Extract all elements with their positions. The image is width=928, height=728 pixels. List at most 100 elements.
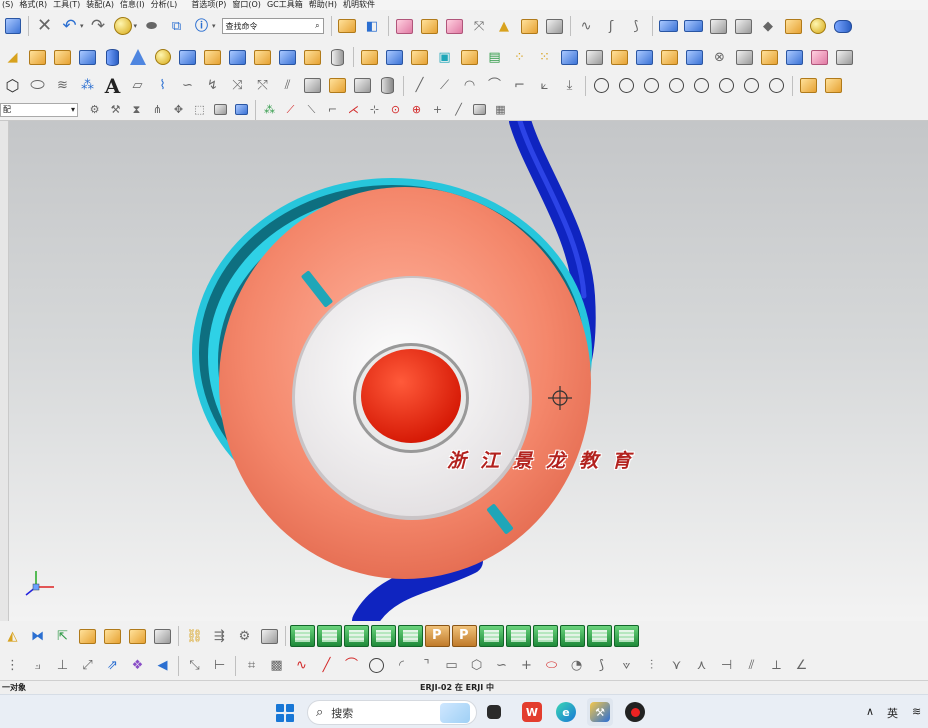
windows-start-icon[interactable] [276, 704, 294, 722]
curve-icon[interactable]: ∿ [576, 16, 597, 37]
select-all-icon[interactable]: ⚙ [86, 101, 103, 118]
circle-3pt-icon[interactable] [641, 75, 662, 96]
sketch-curve-icon[interactable]: ∽ [491, 655, 512, 676]
task-view-icon[interactable] [487, 705, 501, 719]
component-array-icon[interactable] [77, 626, 98, 647]
drawing-tool-4-icon[interactable] [371, 625, 396, 647]
intersection-point-icon[interactable]: ⋌ [345, 101, 362, 118]
end-point-icon[interactable]: ⟋ [282, 101, 299, 118]
extract-curve-icon[interactable] [302, 75, 323, 96]
delete-icon[interactable]: ✕ [34, 16, 55, 37]
sketch-offset-icon[interactable]: ⇗ [102, 655, 123, 676]
nx-app-icon[interactable]: ⚒ [590, 702, 610, 722]
menu-item-information[interactable]: 信息(I) [118, 0, 149, 10]
project-curve-icon[interactable]: ↯ [202, 75, 223, 96]
circle-diameter-icon[interactable] [716, 75, 737, 96]
emboss-icon[interactable] [734, 47, 755, 68]
copy-object-icon[interactable]: ⧉ [166, 16, 187, 37]
information-icon[interactable]: ⓘ [191, 16, 212, 37]
sketch-project-icon[interactable]: ⟇ [616, 655, 637, 676]
find-command-box[interactable]: 查找命令 ⌕ [221, 18, 324, 34]
intersect-curve-icon[interactable]: ⤲ [252, 75, 273, 96]
sketch-horizontal-icon[interactable]: ⊣ [716, 655, 737, 676]
pocket-icon[interactable] [227, 47, 248, 68]
wave-link-icon[interactable] [152, 626, 173, 647]
sketch-conic-icon[interactable]: ◔ [566, 655, 587, 676]
sketch-polygon-icon[interactable]: ⬡ [466, 655, 487, 676]
drawing-tool-11-icon[interactable] [614, 625, 639, 647]
pattern-feature-icon[interactable] [359, 47, 380, 68]
helix-curve-icon[interactable]: ≋ [52, 75, 73, 96]
sketch-arc-icon[interactable]: ⌒ [341, 655, 362, 676]
sketch-dimension-icon[interactable]: ⤡ [184, 655, 205, 676]
thicken-icon[interactable] [759, 47, 780, 68]
cross-section-icon[interactable]: ⊗ [709, 47, 730, 68]
sketch-ellipse-icon[interactable]: ⬭ [541, 655, 562, 676]
drawing-tool-3-icon[interactable] [344, 625, 369, 647]
sew-icon[interactable]: ▣ [434, 47, 455, 68]
parameter-tool-2-icon[interactable] [452, 625, 477, 647]
sketch-rectangle-icon[interactable]: ▭ [441, 655, 462, 676]
undo-icon[interactable]: ↶ [59, 16, 80, 37]
exploded-view-icon[interactable]: ⇶ [209, 626, 230, 647]
tube-icon[interactable] [833, 16, 854, 37]
box-icon[interactable] [77, 47, 98, 68]
chamfer-curve-icon[interactable]: ⟀ [534, 75, 555, 96]
swept-icon[interactable] [733, 16, 754, 37]
save-icon[interactable] [2, 16, 23, 37]
menu-item-gc-toolbox[interactable]: GC工具箱 [265, 0, 307, 10]
spline-icon[interactable]: ʃ [601, 16, 622, 37]
snap-point-icon[interactable] [113, 16, 134, 37]
circle-tangent-icon[interactable] [666, 75, 687, 96]
isoparametric-icon[interactable] [327, 75, 348, 96]
extract-geometry-icon[interactable] [409, 47, 430, 68]
bridge-curve-icon[interactable]: ∽ [177, 75, 198, 96]
sphere-icon[interactable] [152, 47, 173, 68]
patch-icon[interactable] [783, 16, 804, 37]
block-feature-icon[interactable] [27, 47, 48, 68]
point-snap-icon[interactable]: ⁂ [261, 101, 278, 118]
polygon-icon[interactable]: ⬡ [2, 75, 23, 96]
quick-pick-icon[interactable]: ✥ [170, 101, 187, 118]
menu-item-tools[interactable]: 工具(T) [51, 0, 84, 10]
drawing-tool-6-icon[interactable] [479, 625, 504, 647]
sketch-perpendicular-icon[interactable]: ⟂ [766, 655, 787, 676]
headphone-model[interactable] [0, 121, 928, 621]
sequence-icon[interactable]: ⚙ [234, 626, 255, 647]
block-icon[interactable] [394, 16, 415, 37]
sketch-arc-3pt-icon[interactable]: ◜ [391, 655, 412, 676]
assembly-block-icon[interactable] [798, 75, 819, 96]
show-hidden-icons-icon[interactable]: ∧ [866, 705, 874, 718]
resize-blend-icon[interactable] [634, 47, 655, 68]
drawing-tool-7-icon[interactable] [506, 625, 531, 647]
arc-center-icon[interactable]: ⊹ [366, 101, 383, 118]
arc-icon[interactable]: ◠ [459, 75, 480, 96]
move-face-icon[interactable] [559, 47, 580, 68]
clearance-icon[interactable] [259, 626, 280, 647]
shell-icon[interactable] [459, 47, 480, 68]
sketch-constraint-icon[interactable]: ⌗ [241, 655, 262, 676]
linked-face-icon[interactable] [684, 47, 705, 68]
sketch-trim-icon[interactable]: ⤢ [77, 655, 98, 676]
sketch-circle-icon[interactable] [366, 655, 387, 676]
existing-point-icon[interactable]: + [429, 101, 446, 118]
menu-item-window[interactable]: 窗口(O) [230, 0, 265, 10]
mid-point-icon[interactable]: ⟍ [303, 101, 320, 118]
grid-icon[interactable]: ▦ [492, 101, 509, 118]
view-box-blue-icon[interactable] [233, 101, 250, 118]
assembly-pair-icon[interactable] [823, 75, 844, 96]
select-feature-icon[interactable]: ⋔ [149, 101, 166, 118]
sketch-pattern-icon[interactable]: ❖ [127, 655, 148, 676]
menu-item-assembly[interactable]: 装配(A) [84, 0, 118, 10]
mirror-feature-icon[interactable] [384, 47, 405, 68]
menu-item-help[interactable]: 帮助(H) [307, 0, 341, 10]
cone-solid-icon[interactable] [127, 47, 148, 68]
line-icon[interactable]: ╱ [409, 75, 430, 96]
drawing-tool-5-icon[interactable] [398, 625, 423, 647]
sketch-line-icon[interactable]: ╱ [316, 655, 337, 676]
datum-plane-icon[interactable]: ◢ [2, 47, 23, 68]
menu-item-preferences[interactable]: 首选项(P) [189, 0, 230, 10]
sketch-profile-icon[interactable]: ⟓ [27, 655, 48, 676]
sketch-mirror-icon[interactable]: ◀ [152, 655, 173, 676]
extrude-icon[interactable]: ◧ [362, 16, 383, 37]
